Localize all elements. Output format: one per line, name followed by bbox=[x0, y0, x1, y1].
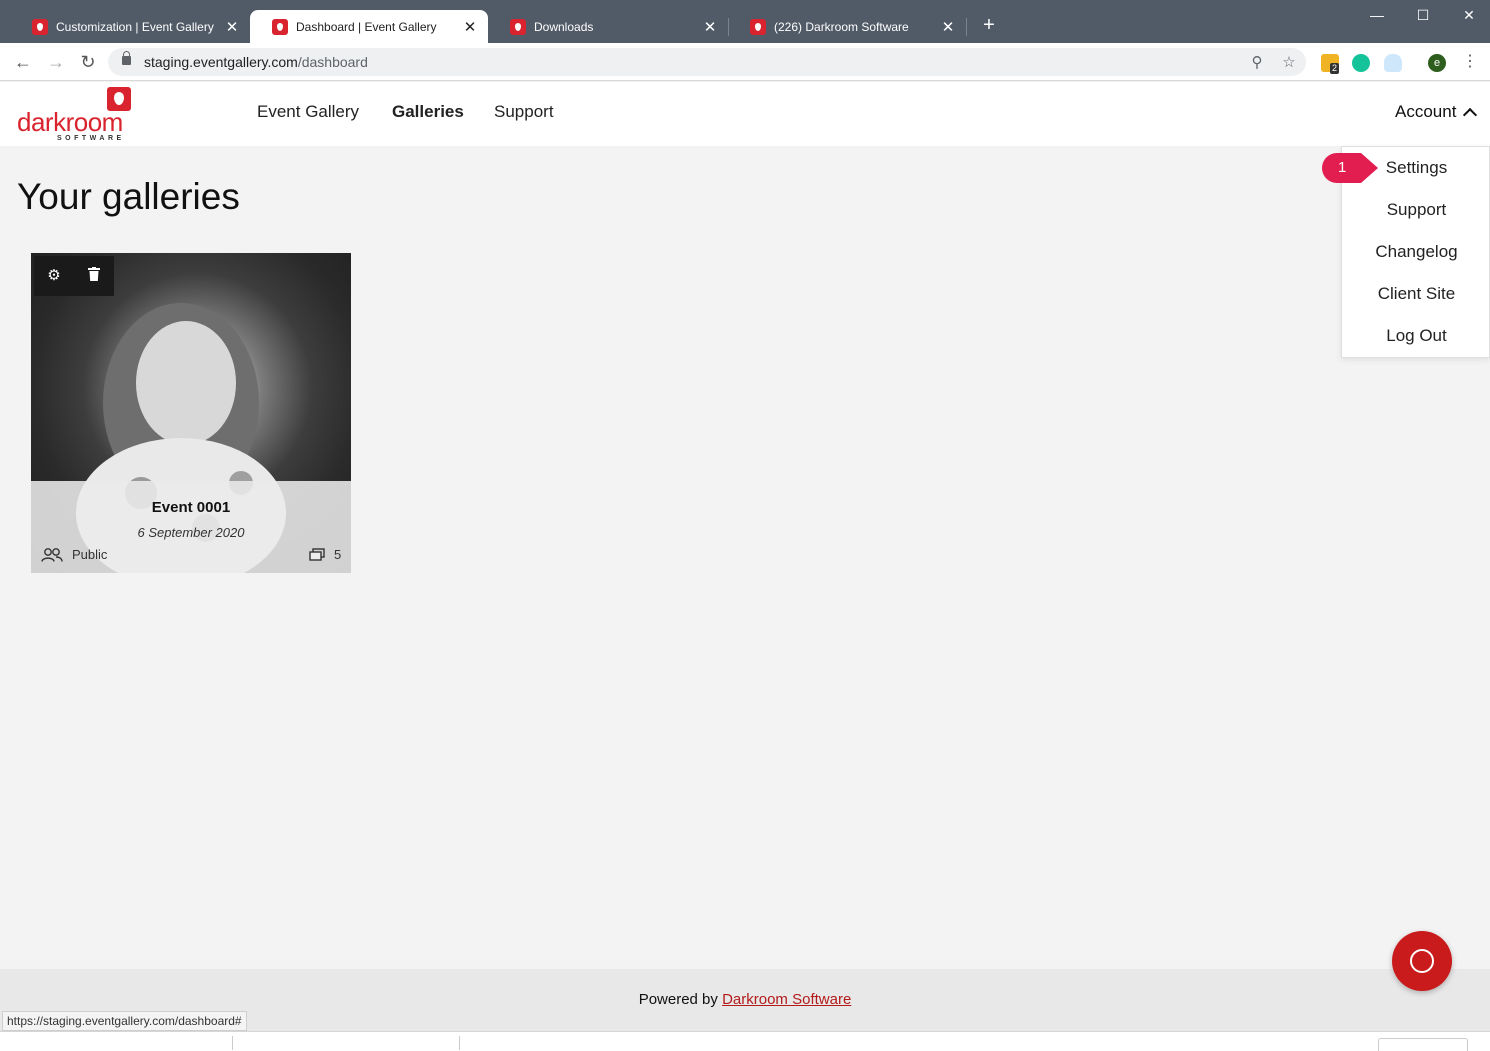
gallery-name[interactable]: Event 0001 bbox=[31, 499, 351, 516]
people-icon bbox=[41, 547, 63, 562]
trash-icon[interactable] bbox=[85, 267, 103, 285]
logo-text: darkroom bbox=[17, 107, 123, 137]
card-actions: ⚙ bbox=[34, 256, 114, 296]
darkroom-favicon-icon bbox=[510, 18, 526, 35]
logo-subtext: SOFTWARE bbox=[57, 135, 125, 142]
tab-title: Dashboard | Event Gallery bbox=[296, 19, 437, 34]
trash-icon-glyph bbox=[88, 267, 100, 281]
reload-icon[interactable]: ↻ bbox=[77, 51, 99, 73]
address-bar[interactable]: staging.eventgallery.com/dashboard ⚲ ☆ bbox=[108, 48, 1306, 76]
gallery-card[interactable]: ⚙ Event 0001 6 September 2020 Public 5 bbox=[31, 253, 351, 573]
step-number: 1 bbox=[1338, 159, 1347, 176]
chat-launcher-button[interactable] bbox=[1392, 931, 1452, 991]
forward-arrow-icon[interactable]: → bbox=[45, 51, 67, 73]
photo-count-value: 5 bbox=[334, 547, 342, 562]
back-arrow-icon[interactable]: ← bbox=[12, 51, 34, 73]
page-title: Your galleries bbox=[17, 176, 240, 217]
browser-menu-icon[interactable]: ⋮ bbox=[1459, 51, 1481, 73]
close-icon[interactable]: ✕ bbox=[702, 18, 718, 36]
close-icon[interactable]: ✕ bbox=[462, 18, 478, 36]
menu-item-support[interactable]: Support bbox=[1342, 200, 1490, 220]
browser-tab-customization[interactable]: Customization | Event Gallery ✕ bbox=[10, 10, 250, 43]
nav-event-gallery[interactable]: Event Gallery bbox=[257, 102, 359, 122]
browser-tab-dashboard[interactable]: Dashboard | Event Gallery ✕ bbox=[250, 10, 488, 43]
key-icon[interactable]: ⚲ bbox=[1248, 54, 1266, 72]
download-divider bbox=[459, 1036, 460, 1050]
step-badge: 1 bbox=[1321, 152, 1379, 184]
downloads-bar bbox=[0, 1031, 1490, 1051]
darkroom-favicon-icon bbox=[750, 18, 766, 35]
photos-stack-icon bbox=[309, 548, 325, 561]
maximize-icon[interactable]: ☐ bbox=[1400, 4, 1446, 28]
menu-item-changelog[interactable]: Changelog bbox=[1342, 242, 1490, 262]
close-icon[interactable]: ✕ bbox=[224, 18, 240, 36]
chevron-up-icon bbox=[1463, 107, 1478, 122]
nav-support[interactable]: Support bbox=[494, 102, 554, 122]
grammarly-icon[interactable] bbox=[1352, 54, 1370, 72]
gallery-date: 6 September 2020 bbox=[137, 525, 245, 540]
darkroom-favicon-icon bbox=[272, 18, 288, 35]
account-menu-toggle[interactable]: Account bbox=[1395, 102, 1478, 122]
address-url: staging.eventgallery.com/dashboard bbox=[144, 54, 368, 70]
site-header: darkroom SOFTWARE Event Gallery Gallerie… bbox=[0, 82, 1490, 146]
star-bookmark-icon[interactable]: ☆ bbox=[1280, 54, 1298, 72]
download-divider bbox=[232, 1036, 233, 1050]
nav-galleries[interactable]: Galleries bbox=[392, 102, 464, 122]
browser-tab-bar: Customization | Event Gallery ✕ Dashboar… bbox=[0, 0, 1490, 43]
gear-icon[interactable]: ⚙ bbox=[45, 267, 63, 285]
tab-title: Customization | Event Gallery bbox=[56, 19, 214, 34]
cloud-extension-icon[interactable] bbox=[1384, 54, 1402, 72]
tab-divider bbox=[966, 18, 967, 36]
menu-item-log-out[interactable]: Log Out bbox=[1342, 326, 1490, 346]
link-status-bar: https://staging.eventgallery.com/dashboa… bbox=[2, 1011, 247, 1031]
extension-notes-icon[interactable]: 2 bbox=[1321, 54, 1340, 74]
lock-icon bbox=[122, 51, 131, 65]
photo-count: 5 bbox=[309, 547, 341, 562]
close-icon[interactable]: ✕ bbox=[940, 18, 956, 36]
menu-item-client-site[interactable]: Client Site bbox=[1342, 284, 1490, 304]
gallery-visibility: Public bbox=[41, 547, 107, 562]
tab-title: Downloads bbox=[534, 19, 594, 34]
new-tab-button[interactable]: + bbox=[979, 15, 999, 37]
powered-by: Powered by Darkroom Software bbox=[0, 991, 1490, 1008]
minimize-icon[interactable]: — bbox=[1354, 4, 1400, 28]
darkroom-logo[interactable]: darkroom SOFTWARE bbox=[17, 87, 135, 142]
extension-badge: 2 bbox=[1330, 63, 1340, 74]
browser-toolbar: ← → ↻ staging.eventgallery.com/dashboard… bbox=[0, 43, 1490, 81]
url-host: staging.eventgallery.com bbox=[144, 54, 298, 70]
url-path: /dashboard bbox=[297, 54, 368, 70]
darkroom-software-link[interactable]: Darkroom Software bbox=[722, 991, 851, 1008]
account-label: Account bbox=[1395, 102, 1457, 121]
visibility-label: Public bbox=[72, 547, 108, 562]
powered-by-label: Powered by bbox=[638, 991, 718, 1008]
darkroom-favicon-icon bbox=[32, 18, 48, 35]
profile-avatar[interactable]: e bbox=[1428, 54, 1446, 72]
gallery-info: Event 0001 6 September 2020 Public 5 bbox=[31, 481, 351, 573]
browser-tab-darkroom-software[interactable]: (226) Darkroom Software ✕ bbox=[728, 10, 966, 43]
step-badge-shape bbox=[1322, 153, 1378, 183]
tab-title: (226) Darkroom Software bbox=[774, 19, 909, 34]
browser-tab-downloads[interactable]: Downloads ✕ bbox=[488, 10, 728, 43]
window-close-icon[interactable]: ✕ bbox=[1446, 4, 1490, 28]
show-all-downloads-button[interactable] bbox=[1378, 1038, 1468, 1051]
